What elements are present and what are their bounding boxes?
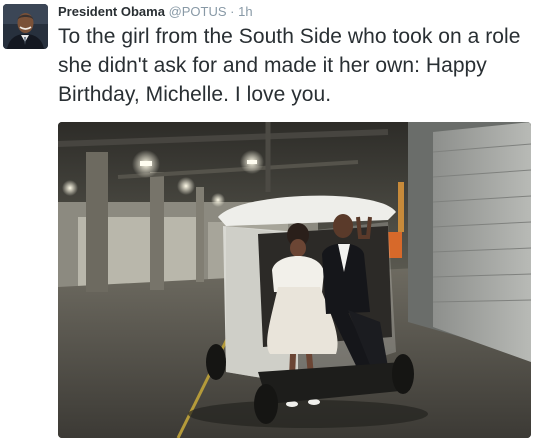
separator-dot: · (230, 4, 235, 19)
timestamp[interactable]: 1h (238, 4, 252, 19)
tweet-text: To the girl from the South Side who took… (58, 25, 521, 106)
avatar[interactable] (3, 4, 48, 49)
tweet-photo[interactable] (58, 122, 531, 438)
author-handle[interactable]: @POTUS (169, 4, 227, 19)
tweet-header: President Obama @POTUS · 1h (58, 4, 253, 20)
author-name[interactable]: President Obama (58, 4, 165, 19)
